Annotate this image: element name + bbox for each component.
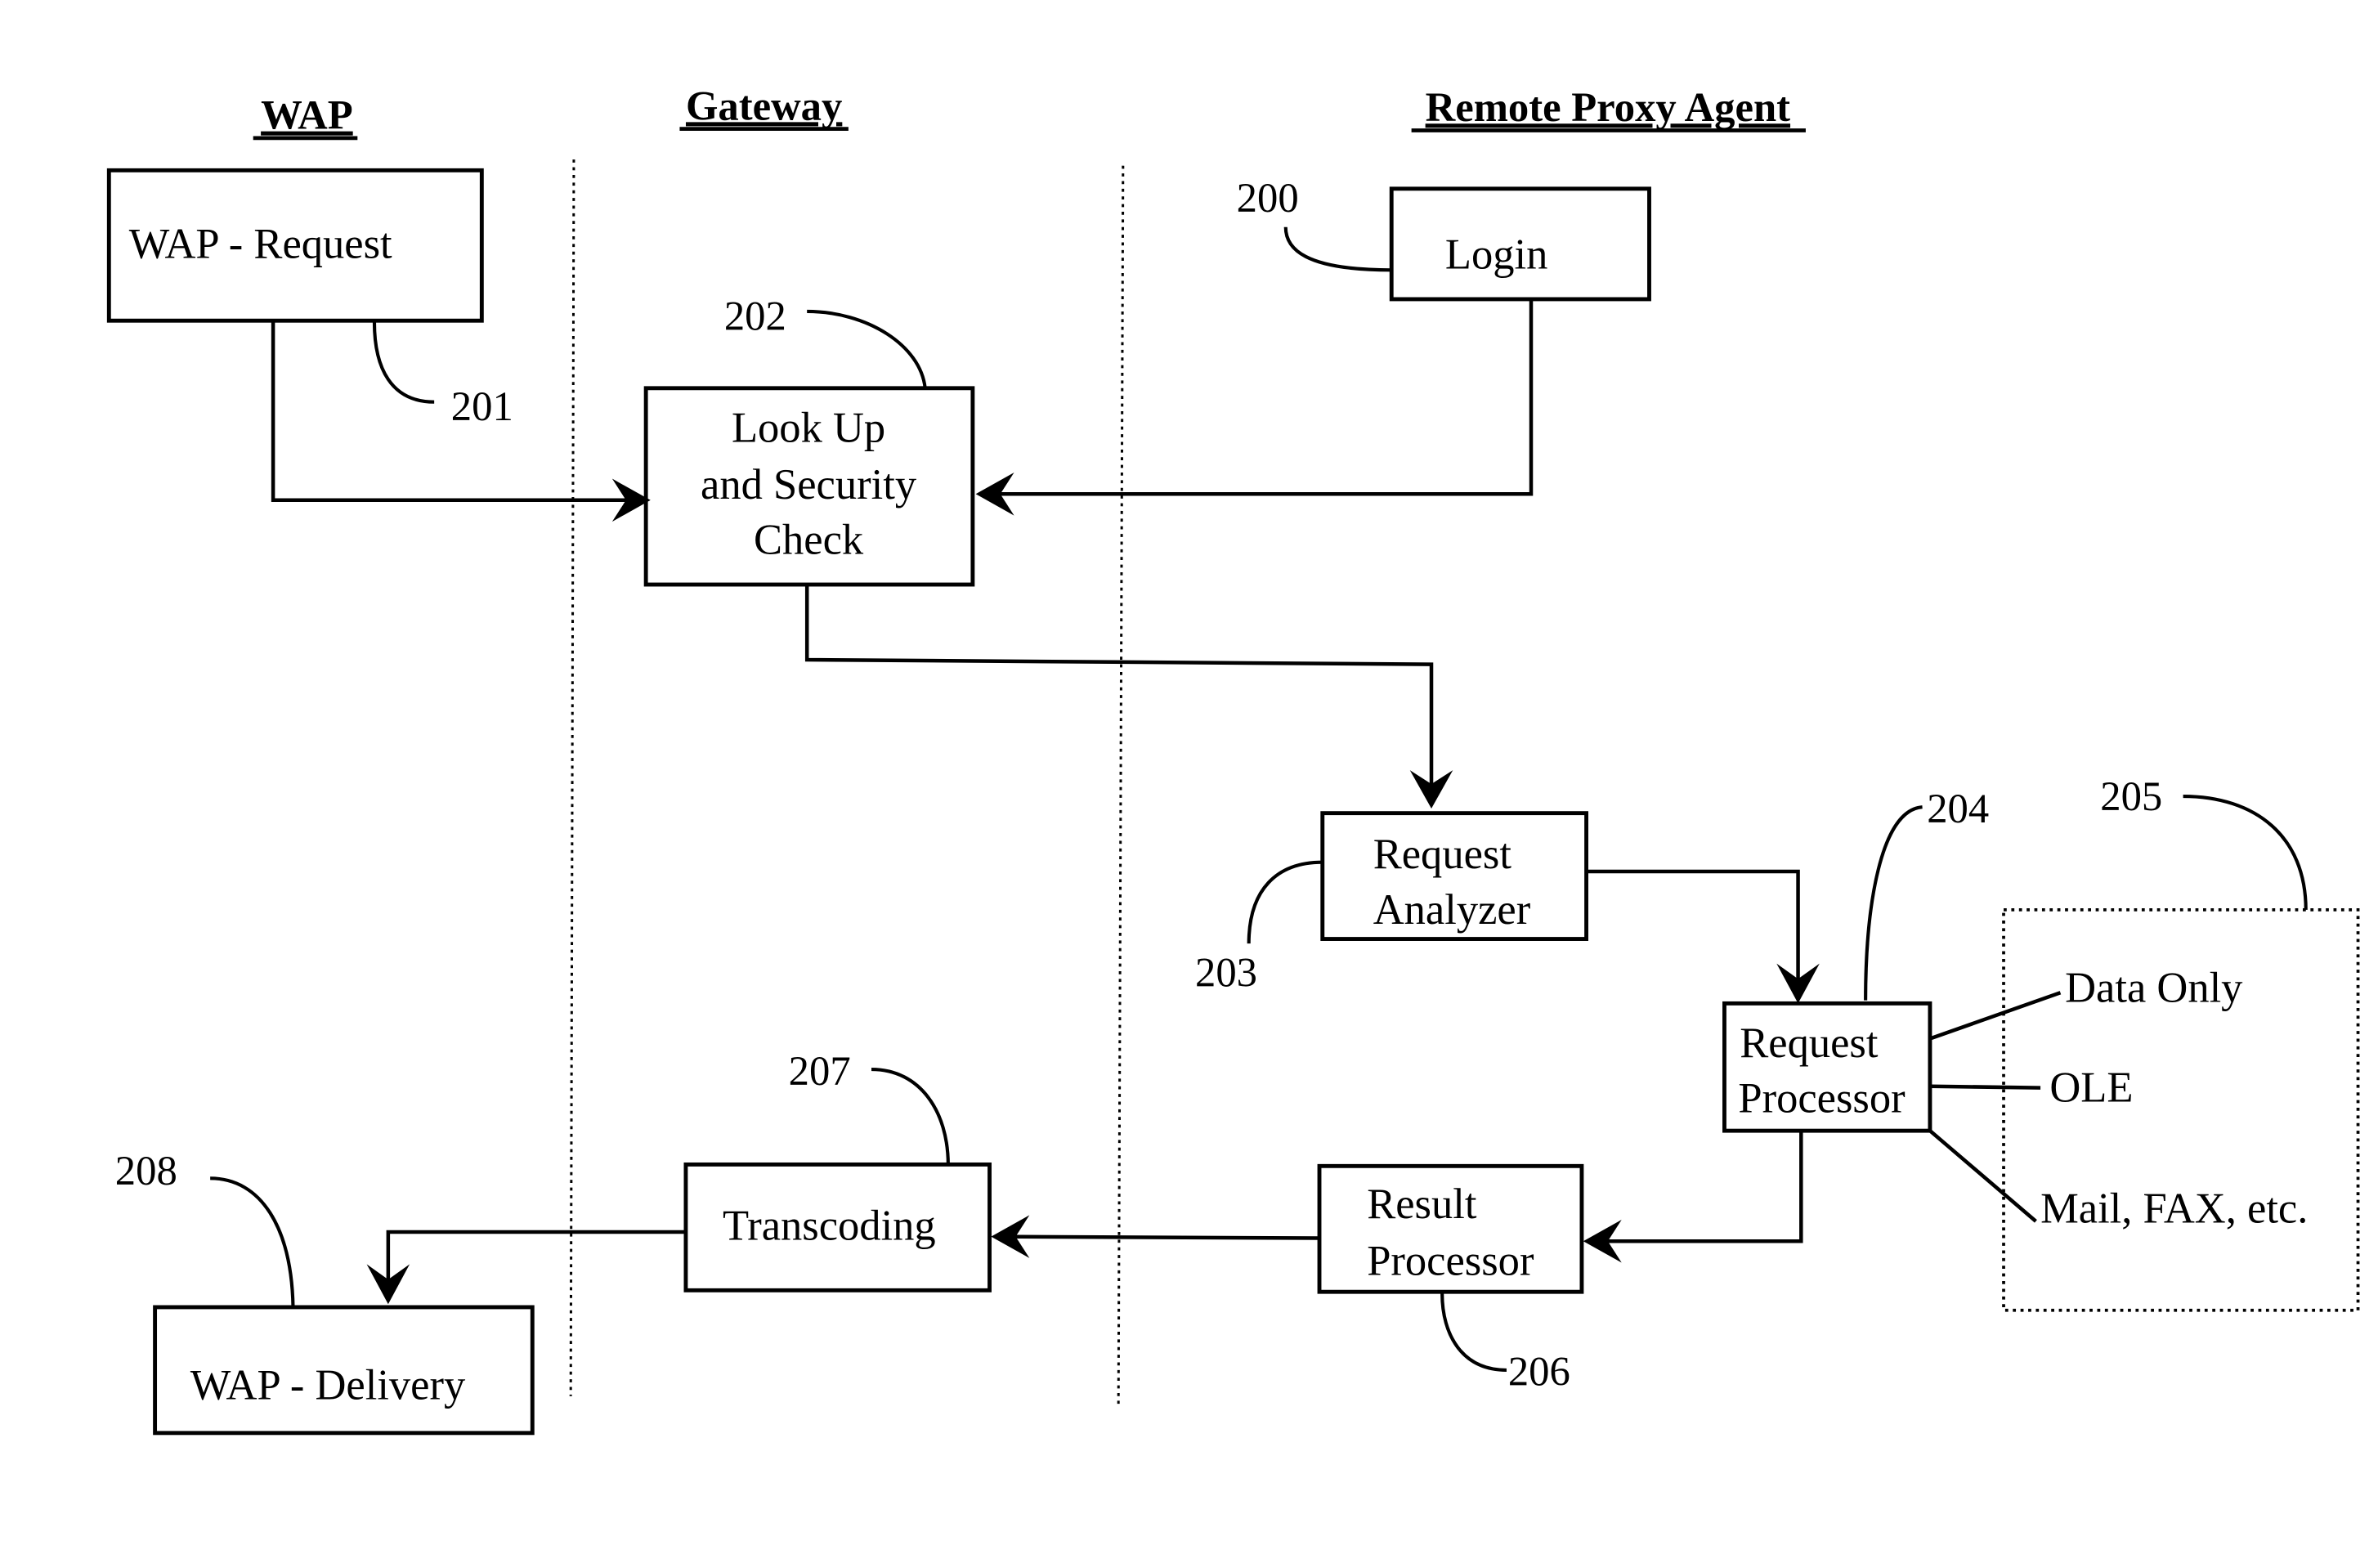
node-request-analyzer: Request Analyzer <box>1320 811 1589 941</box>
option-ole: OLE <box>2049 1064 2133 1111</box>
edge-result-to-transcoding <box>1003 1234 1320 1240</box>
request-processor-line-2: Processor <box>1738 1075 1906 1122</box>
lookup-line-2: and Security <box>701 461 917 508</box>
request-analyzer-line-2: Analyzer <box>1373 886 1531 934</box>
lane-divider-wap-gateway <box>569 159 575 1396</box>
ref-205-leader <box>2183 794 2308 910</box>
edge-lookup-to-analyzer <box>804 585 1434 798</box>
option-mail-fax-etc: Mail, FAX, etc. <box>2040 1185 2308 1233</box>
ref-200-leader <box>1283 226 1392 272</box>
flow-diagram: WAP Gateway Remote Proxy Agent WAP - Req… <box>106 83 2360 1436</box>
node-transcoding: Transcoding <box>683 1162 992 1292</box>
lookup-line-1: Look Up <box>732 404 885 451</box>
edge-login-to-lookup <box>984 298 1534 496</box>
node-lookup-security-check: Look Up and Security Check <box>643 386 975 587</box>
lane-header-gateway: Gateway <box>686 83 842 128</box>
result-processor-line-2: Processor <box>1367 1238 1534 1285</box>
lane-divider-gateway-remote <box>1117 165 1125 1406</box>
ref-200: 200 <box>1237 175 1299 221</box>
edge-analyzer-to-processor <box>1586 869 1800 992</box>
ref-202-leader <box>807 309 927 389</box>
connector-mail-fax <box>1928 1129 2037 1223</box>
connector-ole <box>1929 1084 2041 1090</box>
request-analyzer-line-1: Request <box>1373 831 1512 878</box>
request-processor-line-1: Request <box>1740 1019 1879 1067</box>
edge-processor-to-result <box>1595 1131 1803 1243</box>
ref-206-leader <box>1440 1293 1507 1372</box>
wap-request-label: WAP - Request <box>129 220 392 267</box>
login-label: Login <box>1445 231 1547 278</box>
edge-transcoding-to-delivery <box>386 1230 686 1292</box>
ref-207-leader <box>871 1068 950 1165</box>
ref-204-leader <box>1864 805 1923 1001</box>
ref-202: 202 <box>724 293 786 338</box>
connector-data-only <box>1929 991 2062 1041</box>
node-login: Login <box>1389 186 1651 302</box>
node-result-processor: Result Processor <box>1317 1163 1584 1294</box>
result-processor-line-1: Result <box>1367 1180 1477 1228</box>
transcoding-label: Transcoding <box>723 1202 936 1249</box>
ref-203-leader <box>1247 860 1323 944</box>
node-request-processor: Request Processor <box>1722 1001 1932 1133</box>
ref-207: 207 <box>789 1048 851 1094</box>
ref-203: 203 <box>1195 950 1257 996</box>
lane-header-remote-proxy-agent: Remote Proxy Agent <box>1426 84 1791 130</box>
wap-delivery-label: WAP - Delivery <box>190 1362 466 1409</box>
ref-205: 205 <box>2100 773 2162 819</box>
ref-204: 204 <box>1927 786 1989 831</box>
ref-201: 201 <box>451 383 513 429</box>
lookup-line-3: Check <box>754 516 864 563</box>
ref-208-leader <box>210 1176 295 1307</box>
node-wap-delivery: WAP - Delivery <box>153 1305 535 1436</box>
option-data-only: Data Only <box>2065 964 2243 1011</box>
ref-208: 208 <box>115 1148 177 1194</box>
ref-201-leader <box>372 322 435 404</box>
node-wap-request: WAP - Request <box>106 168 484 323</box>
ref-206: 206 <box>1508 1349 1570 1395</box>
lane-header-wap: WAP <box>261 92 353 138</box>
